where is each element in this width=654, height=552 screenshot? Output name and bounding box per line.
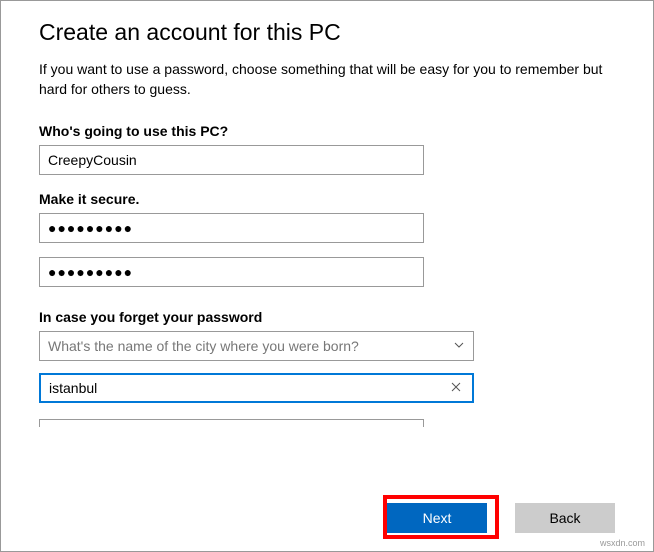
username-input[interactable]	[39, 145, 424, 175]
security-answer-input[interactable]	[49, 380, 448, 396]
next-button[interactable]: Next	[387, 503, 487, 533]
confirm-password-input[interactable]	[39, 257, 424, 287]
watermark-text: wsxdn.com	[600, 538, 645, 548]
security-question-text: What's the name of the city where you we…	[48, 338, 453, 354]
partial-hidden-field	[39, 419, 424, 427]
back-button[interactable]: Back	[515, 503, 615, 533]
security-question-select[interactable]: What's the name of the city where you we…	[39, 331, 474, 361]
page-description: If you want to use a password, choose so…	[39, 60, 614, 99]
page-title: Create an account for this PC	[39, 19, 615, 46]
account-setup-form: Create an account for this PC If you wan…	[1, 1, 653, 427]
username-label: Who's going to use this PC?	[39, 123, 615, 139]
security-section-label: In case you forget your password	[39, 309, 615, 325]
clear-icon[interactable]	[448, 380, 464, 396]
password-input[interactable]	[39, 213, 424, 243]
password-section-label: Make it secure.	[39, 191, 615, 207]
security-answer-wrapper[interactable]	[39, 373, 474, 403]
chevron-down-icon	[453, 338, 465, 354]
button-row: Next Back	[387, 503, 615, 533]
